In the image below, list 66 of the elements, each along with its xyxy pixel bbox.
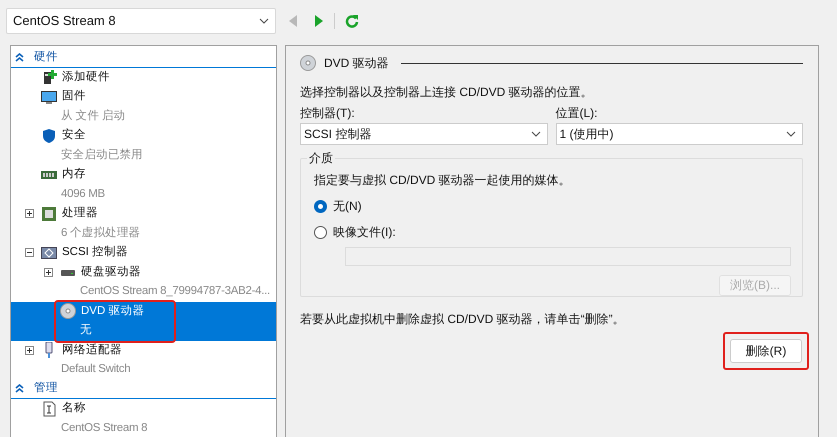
field-label: 位置(L): — [556, 106, 598, 121]
chevron-down-icon — [259, 18, 269, 24]
field-label: 控制器(T): — [300, 106, 356, 121]
controller-icon — [41, 244, 57, 261]
tree-item[interactable]: 固件 从 文件 启动 — [11, 87, 276, 126]
tree-item[interactable]: 安全 安全启动已禁用 — [11, 126, 276, 165]
collapse-icon[interactable] — [25, 248, 34, 258]
radio-button[interactable] — [314, 200, 327, 212]
group-title: 介质 — [307, 151, 335, 165]
tree-item-label: 硬盘驱动器 — [81, 264, 141, 280]
tree-item-detail: 6 个虚拟处理器 — [61, 226, 140, 241]
description-text: 选择控制器以及控制器上连接 CD/DVD 驱动器的位置。 — [300, 84, 594, 101]
tree-item-label: DVD 驱动器 — [81, 304, 144, 319]
radio-option[interactable]: 无(N) — [314, 197, 362, 215]
tree-item-detail: 4096 MB — [61, 186, 105, 202]
remove-button[interactable]: 删除(R) — [730, 339, 802, 363]
tree-item[interactable]: DVD 驱动器 无 — [11, 302, 276, 340]
tree-item[interactable]: 处理器 6 个虚拟处理器 — [11, 204, 276, 243]
tree-item-label: 固件 — [62, 88, 86, 104]
expand-icon[interactable] — [25, 346, 34, 355]
tree-item-label: 内存 — [62, 166, 86, 182]
radio-button[interactable] — [314, 226, 327, 238]
chip-icon — [41, 206, 57, 222]
collapse-icon — [15, 52, 24, 62]
chevron-down-icon — [786, 131, 796, 137]
text-document-icon — [41, 400, 57, 417]
tree-item[interactable]: 网络适配器 Default Switch — [11, 340, 276, 380]
controller-select[interactable]: SCSI 控制器 — [300, 123, 548, 145]
tree-item[interactable]: 内存 4096 MB — [11, 165, 276, 204]
play-icon[interactable] — [314, 14, 324, 26]
tree-item-label: 网络适配器 — [62, 342, 122, 358]
tree-item-detail: CentOS Stream 8_79994787-3AB2-4... — [80, 284, 270, 300]
shield-icon — [41, 128, 57, 144]
tree-item[interactable]: SCSI 控制器 — [11, 243, 276, 262]
remove-hint: 若要从此虚拟机中删除虚拟 CD/DVD 驱动器，请单击“删除”。 — [300, 311, 626, 328]
expand-icon[interactable] — [25, 209, 34, 218]
tree-item-label: 安全 — [62, 128, 86, 144]
chevron-down-icon — [530, 131, 540, 137]
location-select[interactable]: 1 (使用中) — [556, 123, 803, 145]
tree-item-detail: Default Switch — [61, 362, 130, 378]
tree-item-label: 处理器 — [62, 206, 98, 222]
tree-item-label: SCSI 控制器 — [62, 244, 128, 260]
panel-title: DVD 驱动器 — [324, 55, 389, 72]
add-hardware-icon — [41, 69, 57, 86]
tree-item-detail: 无 — [80, 323, 92, 338]
radio-option[interactable]: 映像文件(I): — [314, 223, 396, 241]
section-header[interactable]: 硬件 — [11, 48, 276, 68]
tree-item-label: 名称 — [62, 400, 86, 416]
refresh-icon[interactable] — [345, 14, 359, 28]
monitor-icon — [41, 88, 57, 105]
vm-select[interactable]: CentOS Stream 8 — [6, 8, 276, 34]
tree-item[interactable]: 硬盘驱动器 CentOS Stream 8_79994787-3AB2-4... — [11, 262, 276, 302]
tree-item[interactable]: 添加硬件 — [11, 68, 276, 87]
section-header[interactable]: 管理 — [11, 380, 276, 399]
tree-item-detail: 安全启动已禁用 — [61, 148, 143, 163]
collapse-icon — [15, 384, 24, 394]
disc-icon — [60, 303, 76, 320]
tree-item[interactable]: 名称 CentOS Stream 8 — [11, 399, 276, 437]
tree-item-detail: CentOS Stream 8 — [61, 420, 148, 436]
section-title: 管理 — [34, 380, 58, 396]
tree-item-label: 添加硬件 — [62, 70, 110, 85]
media-description: 指定要与虚拟 CD/DVD 驱动器一起使用的媒体。 — [314, 172, 572, 189]
section-title: 硬件 — [34, 50, 58, 65]
tree-item-detail: 从 文件 启动 — [61, 108, 126, 124]
expand-icon[interactable] — [44, 268, 53, 277]
disc-icon — [300, 55, 316, 71]
